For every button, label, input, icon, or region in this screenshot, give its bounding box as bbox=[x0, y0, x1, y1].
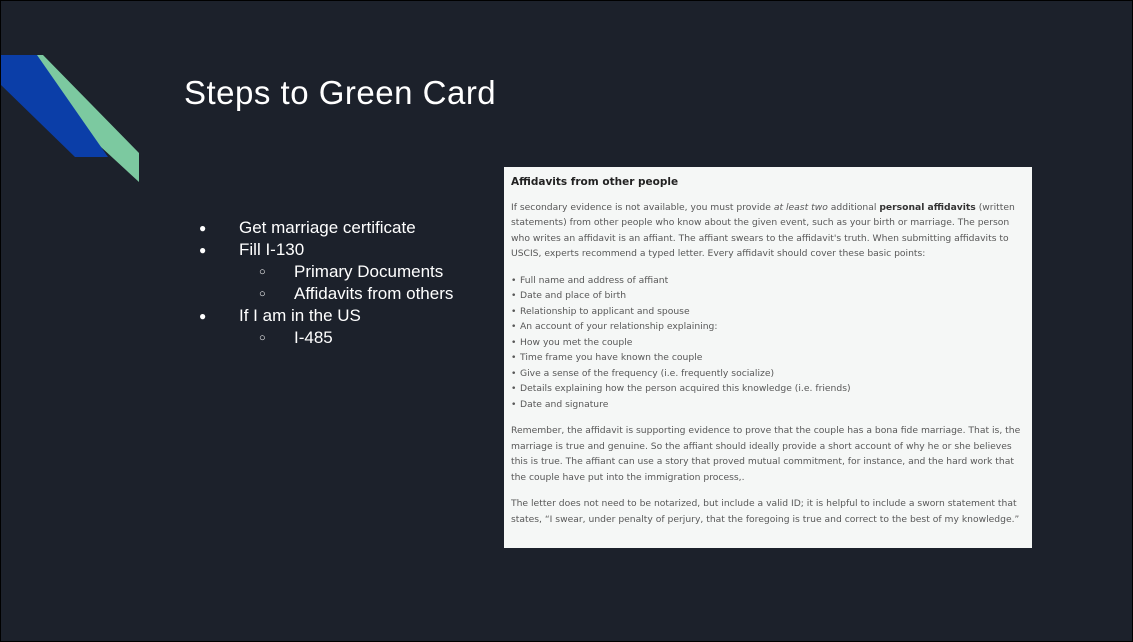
bullet-item: ● If I am in the US bbox=[199, 305, 453, 327]
sub-bullet-item: ○ I-485 bbox=[199, 327, 453, 349]
slide-title: Steps to Green Card bbox=[184, 74, 497, 111]
document-paragraph: The letter does not need to be notarized… bbox=[511, 498, 1020, 525]
document-heading: Affidavits from other people bbox=[511, 176, 679, 188]
list-item: Give a sense of the frequency (i.e. freq… bbox=[511, 366, 1024, 382]
bullet-marker: ● bbox=[199, 221, 207, 235]
intro-emphasis: at least two bbox=[773, 201, 828, 213]
list-item: Full name and address of affiant bbox=[511, 273, 1024, 289]
document-intro: If secondary evidence is not available, … bbox=[511, 200, 1024, 262]
sub-bullet-text: Primary Documents bbox=[294, 262, 444, 281]
document-paragraph: Remember, the affidavit is supporting ev… bbox=[511, 425, 1021, 483]
sub-bullet-marker: ○ bbox=[259, 266, 266, 278]
sub-bullet-marker: ○ bbox=[259, 332, 266, 344]
sub-bullet-text: I-485 bbox=[294, 328, 333, 347]
bullet-item: ● Fill I-130 bbox=[199, 239, 453, 261]
bullet-list: ● Get marriage certificate ● Fill I-130 … bbox=[199, 217, 453, 349]
bullet-text: Fill I-130 bbox=[239, 240, 305, 259]
bullet-text: Get marriage certificate bbox=[239, 218, 416, 237]
bullet-marker: ● bbox=[199, 243, 207, 257]
list-item: Time frame you have known the couple bbox=[511, 350, 1024, 366]
sub-bullet-item: ○ Affidavits from others bbox=[199, 283, 453, 305]
list-item: Date and signature bbox=[511, 397, 1024, 413]
intro-text: additional bbox=[827, 201, 880, 213]
list-item: How you met the couple bbox=[511, 335, 1024, 351]
points-list: Full name and address of affiant Date an… bbox=[511, 273, 1024, 413]
bullet-text: If I am in the US bbox=[239, 306, 361, 325]
list-item: Date and place of birth bbox=[511, 288, 1024, 304]
list-item: Relationship to applicant and spouse bbox=[511, 304, 1024, 320]
bullet-marker: ● bbox=[199, 309, 207, 323]
intro-text: If secondary evidence is not available, … bbox=[511, 201, 774, 213]
decorative-stripes bbox=[1, 55, 139, 182]
affidavit-screenshot: Affidavits from other people If secondar… bbox=[504, 167, 1032, 548]
sub-bullet-item: ○ Primary Documents bbox=[199, 261, 453, 283]
sub-bullet-marker: ○ bbox=[259, 288, 266, 300]
intro-strong: personal affidavits bbox=[879, 201, 976, 213]
bullet-item: ● Get marriage certificate bbox=[199, 217, 453, 239]
list-item: Details explaining how the person acquir… bbox=[511, 381, 1024, 397]
slide: Steps to Green Card ● Get marriage certi… bbox=[0, 0, 1133, 642]
sub-bullet-text: Affidavits from others bbox=[294, 284, 454, 303]
list-item: An account of your relationship explaini… bbox=[511, 319, 1024, 335]
